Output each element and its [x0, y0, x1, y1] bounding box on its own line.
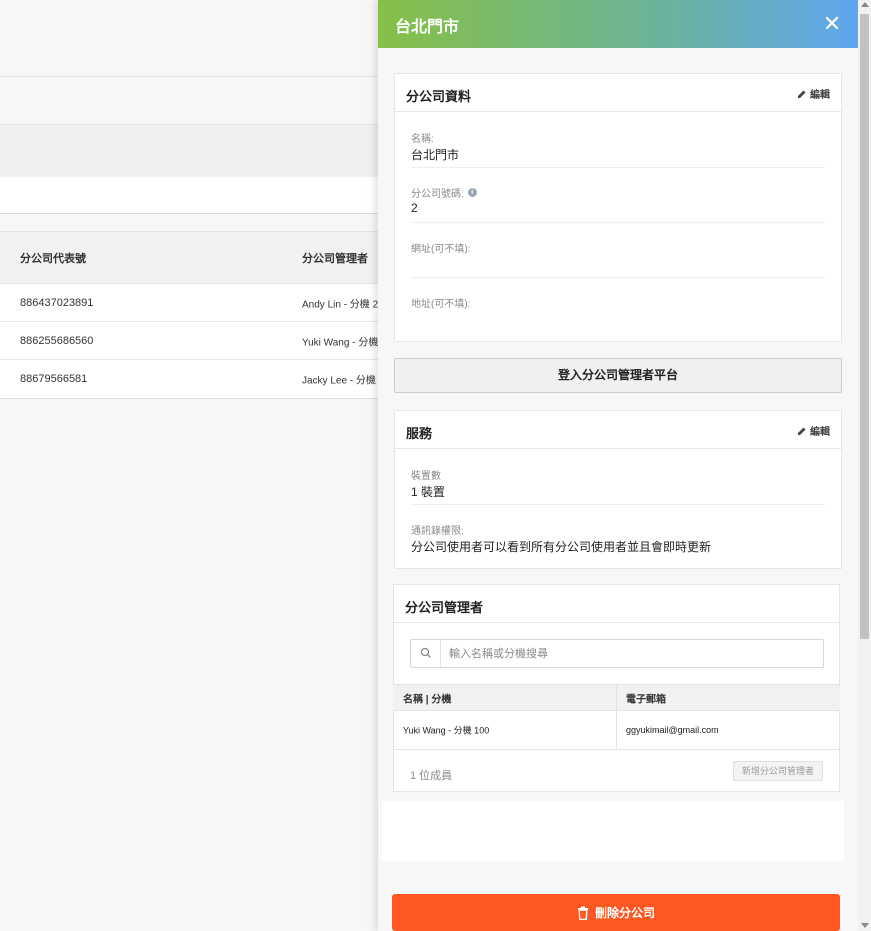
- row-number: 886437023891: [20, 296, 94, 309]
- managers-table: 名稱 | 分機 電子郵箱 Yuki Wang - 分機 100 ggyukima…: [393, 684, 840, 750]
- trash-icon: [577, 906, 588, 920]
- blank-panel: [382, 801, 844, 861]
- manager-search-input[interactable]: [449, 640, 809, 667]
- drawer-title: 台北門市: [395, 19, 460, 36]
- field-label: 通訊錄權限:: [411, 525, 464, 537]
- row-manager: Andy Lin - 分機 2: [302, 299, 379, 310]
- field-label: 地址(可不填):: [411, 298, 471, 310]
- branch-info-header: 分公司資料 編輯: [395, 74, 841, 112]
- row-number: 88679566581: [20, 373, 88, 385]
- field-label: 分公司號碼:: [411, 188, 464, 200]
- table-row[interactable]: 88679566581 Jacky Lee - 分機: [0, 360, 378, 398]
- info-icon[interactable]: i: [467, 187, 477, 197]
- branch-info-title: 分公司資料: [406, 89, 472, 104]
- close-icon[interactable]: ✕: [820, 12, 844, 36]
- col-header-manager: 分公司管理者: [302, 252, 368, 265]
- table-row[interactable]: Yuki Wang - 分機 100 ggyukimail@gmail.com: [393, 711, 840, 750]
- col-header-name: 名稱 | 分機: [403, 694, 452, 705]
- service-title: 服務: [406, 426, 433, 441]
- scroll-up-icon[interactable]: [861, 2, 869, 7]
- field-label: 裝置數: [411, 470, 441, 482]
- drawer-header: 台北門市 ✕: [378, 0, 858, 48]
- table-row[interactable]: 886255686560 Yuki Wang - 分機: [0, 322, 378, 360]
- field-name: 名稱: 台北門市: [411, 130, 825, 168]
- bg-search-bar: [0, 177, 378, 214]
- branch-info-card: 分公司資料 編輯 名稱: 台北門市 分公司號碼: i 2 網址(可不填): 地址…: [394, 73, 842, 342]
- branch-detail-drawer: 台北門市 ✕ 分公司資料 編輯 名稱: 台北門市 分公司號碼: i 2 網址(可…: [378, 0, 858, 931]
- scrollbar[interactable]: [858, 0, 871, 931]
- col-header-email: 電子郵箱: [626, 694, 666, 705]
- field-contacts-permission: 通訊錄權限: 分公司使用者可以看到所有分公司使用者並且會即時更新: [411, 522, 825, 560]
- managers-header: 分公司管理者: [394, 585, 839, 623]
- manager-search-box: [410, 639, 824, 668]
- manager-name: Yuki Wang - 分機 100: [403, 725, 490, 736]
- add-manager-button[interactable]: 新增分公司管理者: [732, 761, 823, 781]
- field-branch-number: 分公司號碼: i 2: [411, 185, 825, 223]
- scroll-down-icon[interactable]: [861, 923, 869, 928]
- col-header-number: 分公司代表號: [20, 252, 86, 265]
- table-row[interactable]: 886437023891 Andy Lin - 分機 2: [0, 284, 378, 322]
- field-value: 2: [411, 201, 418, 215]
- field-value: [411, 256, 825, 272]
- field-value: 分公司使用者可以看到所有分公司使用者並且會即時更新: [411, 540, 712, 554]
- service-header: 服務 編輯: [395, 411, 841, 449]
- field-address: 地址(可不填):: [411, 295, 825, 333]
- manager-email: ggyukimail@gmail.com: [626, 725, 719, 735]
- branch-table: 分公司代表號 分公司管理者 886437023891 Andy Lin - 分機…: [0, 231, 378, 399]
- edit-label: 編輯: [810, 90, 830, 101]
- field-label: 網址(可不填):: [411, 243, 471, 255]
- edit-label: 編輯: [810, 427, 830, 438]
- member-count: 1 位成員: [410, 770, 453, 782]
- service-edit-button[interactable]: 編輯: [797, 423, 830, 438]
- search-icon: [411, 640, 441, 667]
- field-device-count: 裝置數 1 裝置: [411, 467, 825, 505]
- bg-filter-bar: [0, 124, 378, 177]
- delete-label: 刪除分公司: [594, 906, 655, 920]
- managers-title: 分公司管理者: [405, 600, 484, 615]
- field-value: [411, 311, 825, 327]
- row-number: 886255686560: [20, 334, 94, 347]
- pencil-icon: [798, 427, 806, 435]
- managers-card: 分公司管理者 名稱 | 分機 電子郵箱 Yuki Wang - 分機 100 g…: [393, 584, 840, 792]
- scroll-thumb[interactable]: [860, 14, 869, 639]
- field-website: 網址(可不填):: [411, 240, 825, 278]
- login-branch-admin-button[interactable]: 登入分公司管理者平台: [394, 358, 842, 393]
- row-manager: Jacky Lee - 分機: [302, 375, 376, 387]
- field-value: 台北門市: [411, 148, 460, 162]
- field-value: 1 裝置: [411, 485, 446, 499]
- managers-table-header: 名稱 | 分機 電子郵箱: [393, 684, 840, 711]
- service-card: 服務 編輯 裝置數 1 裝置 通訊錄權限: 分公司使用者可以看到所有分公司使用者…: [394, 410, 842, 569]
- branch-info-edit-button[interactable]: 編輯: [797, 86, 830, 101]
- row-manager: Yuki Wang - 分機: [302, 337, 379, 348]
- bg-toolbar: [0, 76, 378, 124]
- pencil-icon: [798, 90, 806, 98]
- delete-branch-button[interactable]: 刪除分公司: [392, 894, 840, 931]
- field-label: 名稱:: [411, 133, 434, 145]
- branch-table-header: 分公司代表號 分公司管理者: [0, 231, 378, 284]
